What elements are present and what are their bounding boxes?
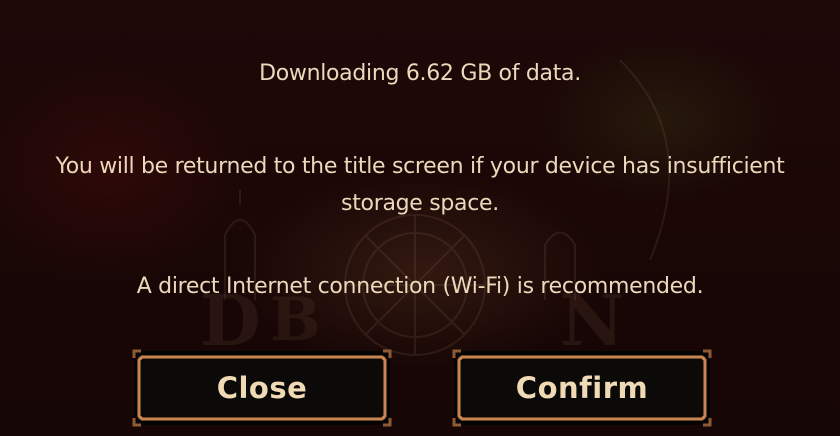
storage-warning-line-2: storage space. <box>341 191 499 216</box>
download-confirm-screen: D B N Downloading 6.62 GB of data. You w… <box>0 0 840 436</box>
confirm-button-label: Confirm <box>515 371 649 405</box>
storage-warning-line-1: You will be returned to the title screen… <box>55 154 785 179</box>
confirm-button[interactable]: Confirm <box>451 348 713 428</box>
close-button-label: Close <box>216 371 308 405</box>
download-size-message: Downloading 6.62 GB of data. <box>259 61 581 86</box>
wifi-recommendation-message: A direct Internet connection (Wi-Fi) is … <box>136 274 704 299</box>
storage-warning-message: You will be returned to the title screen… <box>0 148 840 222</box>
close-button[interactable]: Close <box>131 348 393 428</box>
